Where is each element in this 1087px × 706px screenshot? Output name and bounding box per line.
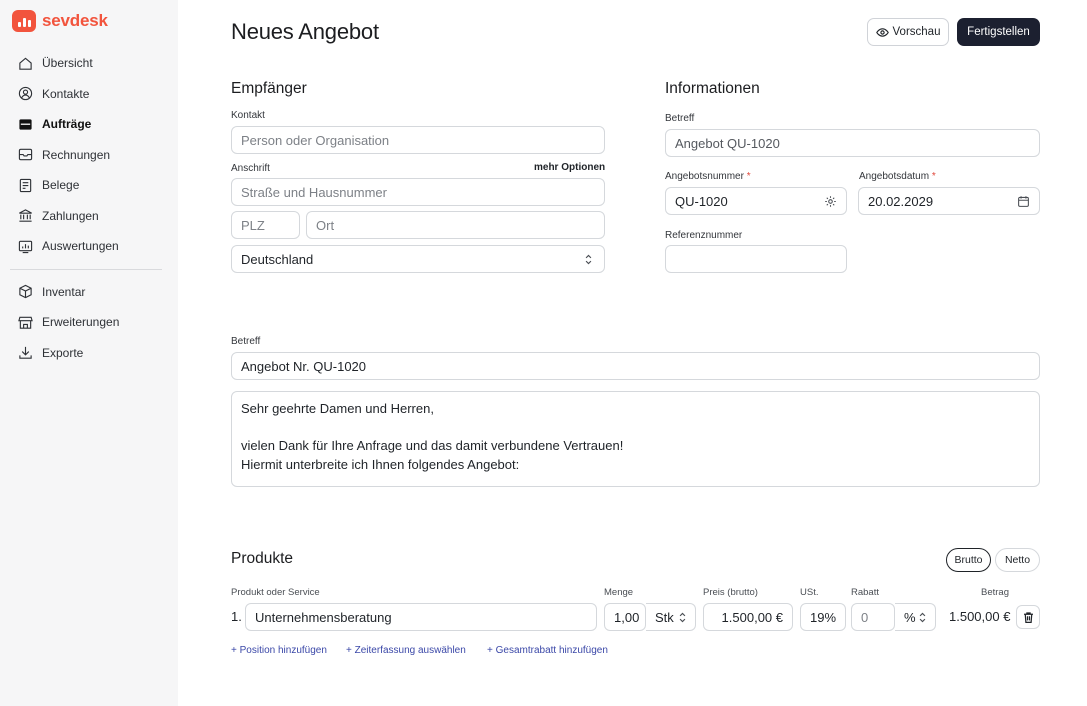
download-icon (17, 345, 33, 361)
main-content: Neues Angebot Vorschau Fertigstellen Emp… (178, 0, 1087, 706)
bank-icon (17, 208, 33, 224)
col-product-header: Produkt oder Service (231, 587, 320, 598)
sidebar-item-erweiterungen[interactable]: Erweiterungen (10, 307, 162, 338)
sidebar-item-auftraege[interactable]: Aufträge (10, 109, 162, 140)
country-select[interactable]: Deutschland (231, 245, 605, 273)
row-amount: 1.500,00 € (949, 609, 1011, 624)
sidebar-item-rechnungen[interactable]: Rechnungen (10, 140, 162, 171)
letter-text-area[interactable]: Sehr geehrte Damen und Herren, vielen Da… (231, 391, 1040, 487)
net-toggle[interactable]: Netto (995, 548, 1040, 572)
logo-icon (12, 10, 36, 32)
country-value: Deutschland (241, 251, 314, 267)
sidebar-item-label: Erweiterungen (42, 315, 120, 330)
street-input[interactable]: Straße und Hausnummer (231, 178, 605, 206)
col-tax-header: USt. (800, 587, 819, 598)
calendar-icon[interactable] (1017, 195, 1030, 208)
discount-input[interactable]: 0 (851, 603, 895, 631)
page-title: Neues Angebot (231, 19, 379, 44)
products-heading: Produkte (231, 550, 294, 567)
sidebar-item-zahlungen[interactable]: Zahlungen (10, 201, 162, 232)
chevron-updown-icon (919, 612, 926, 623)
reference-input[interactable] (665, 245, 847, 273)
recipient-heading: Empfänger (231, 80, 307, 97)
sidebar-item-label: Aufträge (42, 117, 92, 132)
sidebar-item-label: Zahlungen (42, 208, 99, 223)
box-icon (17, 284, 33, 300)
sidebar-item-auswertungen[interactable]: Auswertungen (10, 231, 162, 262)
orders-icon (17, 116, 33, 132)
chart-icon (17, 238, 33, 254)
discount-unit-select[interactable]: % (895, 603, 936, 631)
sidebar-nav: Übersicht Kontakte Aufträge Rechnungen B… (10, 48, 162, 368)
offer-number-label: Angebotsnummer * (665, 171, 751, 182)
add-total-discount-link[interactable]: + Gesamtrabatt hinzufügen (487, 645, 608, 656)
unit-value: Stk (655, 609, 674, 625)
sidebar-item-inventar[interactable]: Inventar (10, 277, 162, 308)
discount-unit-value: % (904, 609, 916, 625)
more-options-link[interactable]: mehr Optionen (534, 162, 605, 173)
offer-date-input[interactable]: 20.02.2029 (858, 187, 1040, 215)
sidebar-item-uebersicht[interactable]: Übersicht (10, 48, 162, 79)
col-price-header: Preis (brutto) (703, 587, 758, 598)
offer-number-value: QU-1020 (675, 193, 728, 209)
col-discount-header: Rabatt (851, 587, 879, 598)
sidebar-item-label: Exporte (42, 345, 84, 360)
info-subject-input[interactable]: Angebot QU-1020 (665, 129, 1040, 157)
tax-select[interactable]: 19% (800, 603, 846, 631)
contact-input[interactable]: Person oder Organisation (231, 126, 605, 154)
sidebar-item-kontakte[interactable]: Kontakte (10, 79, 162, 110)
contacts-icon (17, 86, 33, 102)
col-qty-header: Menge (604, 587, 634, 598)
letter-text-line: Sehr geehrte Damen und Herren, (241, 401, 434, 416)
trash-icon (1023, 611, 1033, 623)
zip-input[interactable]: PLZ (231, 211, 300, 239)
unit-select[interactable]: Stk (646, 603, 696, 631)
invoice-icon (17, 147, 33, 163)
sidebar-item-label: Belege (42, 178, 80, 193)
product-name-input[interactable]: Unternehmensberatung (245, 603, 597, 631)
sidebar-item-label: Übersicht (42, 56, 93, 71)
sidebar-item-label: Inventar (42, 284, 86, 299)
letter-text-line: vielen Dank für Ihre Anfrage und das dam… (241, 438, 624, 453)
letter-subject-input[interactable]: Angebot Nr. QU-1020 (231, 352, 1040, 380)
reference-label: Referenznummer (665, 230, 743, 241)
info-heading: Informationen (665, 80, 760, 97)
brand-name: sevdesk (42, 11, 108, 30)
city-input[interactable]: Ort (306, 211, 605, 239)
sidebar-item-label: Auswertungen (42, 239, 119, 254)
brand-logo[interactable]: sevdesk (12, 10, 108, 32)
finish-button[interactable]: Fertigstellen (957, 18, 1040, 46)
store-icon (17, 314, 33, 330)
row-index: 1. (231, 609, 242, 624)
sidebar-divider (10, 268, 162, 270)
home-icon (17, 55, 33, 71)
sidebar-item-label: Rechnungen (42, 147, 111, 162)
contact-label: Kontakt (231, 110, 265, 121)
sidebar-item-label: Kontakte (42, 86, 90, 101)
info-subject-label: Betreff (665, 113, 695, 124)
letter-text-line: Hiermit unterbreite ich Ihnen folgendes … (241, 456, 520, 472)
sidebar: sevdesk Übersicht Kontakte Aufträge Rech… (0, 0, 178, 706)
col-amount-header: Betrag (981, 587, 1009, 598)
preview-label: Vorschau (892, 26, 941, 38)
sidebar-item-exporte[interactable]: Exporte (10, 338, 162, 369)
price-input[interactable]: 1.500,00 € (703, 603, 793, 631)
add-position-link[interactable]: + Position hinzufügen (231, 645, 327, 656)
offer-date-value: 20.02.2029 (868, 193, 934, 209)
chevron-updown-icon (585, 254, 592, 265)
address-label: Anschrift (231, 163, 270, 174)
letter-subject-label: Betreff (231, 336, 261, 347)
sidebar-item-belege[interactable]: Belege (10, 170, 162, 201)
gear-icon[interactable] (824, 195, 837, 208)
eye-icon (875, 27, 889, 37)
add-time-tracking-link[interactable]: + Zeiterfassung auswählen (346, 645, 466, 656)
offer-date-label: Angebotsdatum * (859, 171, 936, 182)
chevron-updown-icon (679, 612, 686, 623)
gross-toggle[interactable]: Brutto (946, 548, 991, 572)
offer-number-input[interactable]: QU-1020 (665, 187, 847, 215)
preview-button[interactable]: Vorschau (867, 18, 949, 46)
receipt-icon (17, 177, 33, 193)
delete-row-button[interactable] (1016, 605, 1040, 629)
qty-input[interactable]: 1,00 (604, 603, 646, 631)
